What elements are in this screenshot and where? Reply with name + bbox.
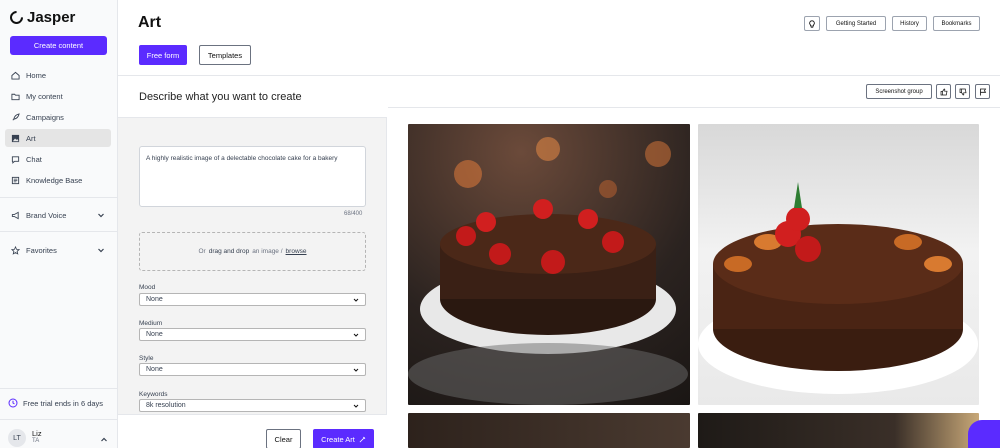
clear-button[interactable]: Clear bbox=[266, 429, 301, 448]
trial-text: Free trial ends in 6 days bbox=[23, 398, 104, 408]
megaphone-icon bbox=[11, 211, 20, 220]
sidebar-item-brand-voice[interactable]: Brand Voice bbox=[5, 206, 111, 224]
create-content-button[interactable]: Create content bbox=[10, 36, 107, 55]
tips-button[interactable] bbox=[804, 16, 820, 31]
sidebar-item-label: My content bbox=[26, 91, 63, 101]
style-select[interactable]: None bbox=[139, 363, 366, 376]
sidebar-item-label: Home bbox=[26, 70, 47, 80]
tab-templates[interactable]: Templates bbox=[199, 45, 251, 65]
sidebar-item-label: Knowledge Base bbox=[26, 175, 83, 185]
dropzone-prefix: Or bbox=[198, 248, 206, 255]
panel-title: Describe what you want to create bbox=[139, 91, 302, 103]
art-form-panel: Describe what you want to create A highl… bbox=[118, 76, 387, 448]
generated-image-3[interactable] bbox=[408, 413, 690, 448]
chevron-down-icon bbox=[353, 298, 359, 302]
panel-header: Describe what you want to create bbox=[118, 76, 387, 118]
sidebar-item-chat[interactable]: Chat bbox=[5, 150, 111, 168]
chevron-down-icon bbox=[98, 248, 104, 253]
sidebar-divider bbox=[0, 419, 118, 420]
panel-footer: Clear Create Art bbox=[118, 414, 387, 448]
magic-wand-icon bbox=[359, 436, 365, 442]
dropzone-strong: drag and drop bbox=[208, 248, 250, 255]
sidebar-item-home[interactable]: Home bbox=[5, 66, 111, 84]
sidebar-item-label: Favorites bbox=[26, 245, 57, 255]
thumbs-down-button[interactable] bbox=[955, 84, 970, 99]
brand-name: Jasper bbox=[27, 9, 76, 26]
sidebar-item-favorites[interactable]: Favorites bbox=[5, 241, 111, 259]
generated-image-4[interactable] bbox=[698, 413, 979, 448]
results-toolbar: Screenshot group bbox=[388, 76, 1000, 108]
app-root: Jasper Create content Home My content Ca… bbox=[0, 0, 1000, 448]
thumbs-up-icon bbox=[940, 88, 947, 95]
page-title: Art bbox=[138, 14, 162, 31]
sidebar-item-label: Art bbox=[26, 133, 36, 143]
chocolate-cake-image bbox=[698, 182, 978, 394]
screenshot-group-button[interactable]: Screenshot group bbox=[866, 84, 932, 99]
getting-started-button[interactable]: Getting Started bbox=[826, 16, 886, 31]
user-name: Liz bbox=[32, 429, 42, 438]
thumbs-down-icon bbox=[959, 88, 966, 95]
character-counter: 68/400 bbox=[344, 211, 363, 217]
clock-icon bbox=[8, 398, 18, 408]
medium-select[interactable]: None bbox=[139, 328, 366, 341]
browse-link[interactable]: browse bbox=[286, 248, 307, 255]
dropzone-middle: an image / bbox=[252, 248, 283, 255]
mood-label: Mood bbox=[139, 284, 156, 291]
sidebar: Jasper Create content Home My content Ca… bbox=[0, 0, 118, 448]
chevron-down-icon bbox=[353, 333, 359, 337]
chat-icon bbox=[11, 155, 20, 164]
chocolate-cake-image bbox=[408, 137, 688, 405]
sidebar-item-art[interactable]: Art bbox=[5, 129, 111, 147]
sidebar-item-label: Chat bbox=[26, 154, 42, 164]
sidebar-item-knowledge-base[interactable]: Knowledge Base bbox=[5, 171, 111, 189]
chevron-down-icon bbox=[353, 404, 359, 408]
prompt-textarea[interactable]: A highly realistic image of a delectable… bbox=[139, 146, 366, 207]
history-button[interactable]: History bbox=[892, 16, 927, 31]
avatar: LT bbox=[8, 429, 26, 447]
image-icon bbox=[11, 134, 20, 143]
sidebar-item-label: Brand Voice bbox=[26, 210, 67, 220]
sidebar-item-campaigns[interactable]: Campaigns bbox=[5, 108, 111, 126]
generated-image-1[interactable] bbox=[408, 124, 690, 405]
free-trial-notice[interactable]: Free trial ends in 6 days bbox=[8, 398, 103, 408]
book-icon bbox=[11, 176, 20, 185]
mood-value: None bbox=[146, 296, 163, 303]
sidebar-divider bbox=[0, 197, 118, 198]
create-art-label: Create Art bbox=[321, 434, 355, 444]
chevron-down-icon bbox=[353, 368, 359, 372]
sidebar-divider bbox=[0, 231, 118, 232]
bookmarks-button[interactable]: Bookmarks bbox=[933, 16, 980, 31]
keywords-select[interactable]: 8k resolution bbox=[139, 399, 366, 412]
chevron-down-icon bbox=[98, 213, 104, 218]
sidebar-item-label: Campaigns bbox=[26, 112, 64, 122]
support-chat-button[interactable] bbox=[968, 420, 1000, 448]
mood-select[interactable]: None bbox=[139, 293, 366, 306]
jasper-logo-icon bbox=[7, 8, 26, 27]
lightbulb-icon bbox=[809, 19, 815, 28]
keywords-label: Keywords bbox=[139, 391, 168, 398]
medium-value: None bbox=[146, 331, 163, 338]
sidebar-divider bbox=[0, 388, 118, 389]
create-art-button[interactable]: Create Art bbox=[313, 429, 374, 448]
keywords-value: 8k resolution bbox=[146, 402, 186, 409]
user-menu[interactable]: LT Liz TA bbox=[8, 429, 42, 447]
rocket-icon bbox=[11, 112, 20, 122]
flag-button[interactable] bbox=[975, 84, 990, 99]
star-icon bbox=[11, 245, 20, 255]
generated-image-2[interactable] bbox=[698, 124, 979, 405]
user-subtitle: TA bbox=[32, 438, 40, 444]
chevron-up-icon[interactable] bbox=[100, 436, 108, 444]
home-icon bbox=[11, 71, 20, 80]
folder-icon bbox=[11, 92, 20, 101]
medium-label: Medium bbox=[139, 320, 163, 327]
tab-free-form[interactable]: Free form bbox=[139, 45, 187, 65]
flag-icon bbox=[979, 88, 986, 95]
sidebar-item-my-content[interactable]: My content bbox=[5, 87, 111, 105]
jasper-logo[interactable]: Jasper bbox=[7, 8, 76, 27]
style-value: None bbox=[146, 366, 163, 373]
image-dropzone[interactable]: Or drag and drop an image / browse bbox=[139, 232, 366, 271]
style-label: Style bbox=[139, 355, 154, 362]
thumbs-up-button[interactable] bbox=[936, 84, 951, 99]
